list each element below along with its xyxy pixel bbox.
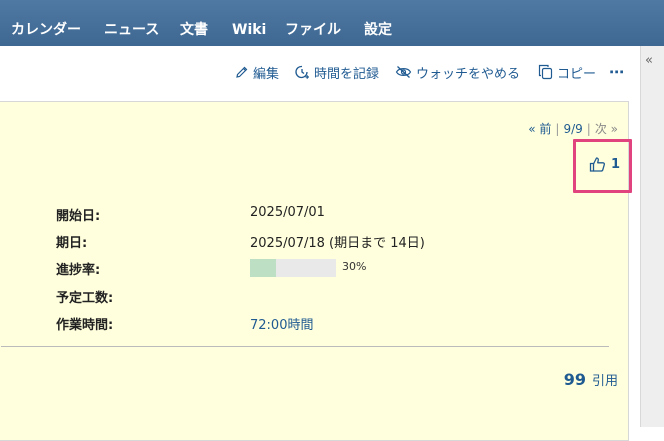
spent-time-label: 作業時間: <box>56 318 114 333</box>
issue-position-counter: 9/9 <box>563 122 583 136</box>
estimated-time-label: 予定工数: <box>56 291 114 306</box>
reaction-button[interactable]: 1 <box>589 156 620 173</box>
issue-details: « 前 | 9/9 | 次 » 1 開始日: 2025/07/01 期日: 2025/0… <box>0 101 632 441</box>
menu-item-wiki[interactable]: Wiki <box>232 20 266 40</box>
edit-button[interactable]: 編集 <box>235 62 279 82</box>
menu-item-news[interactable]: ニュース <box>104 20 159 40</box>
progress-bar-fill <box>250 259 276 277</box>
section-divider <box>1 346 609 347</box>
progress-percent-text: 30% <box>342 260 367 273</box>
menu-item-documents[interactable]: 文書 <box>180 20 208 40</box>
copy-label: コピー <box>557 66 597 82</box>
prev-issue-link[interactable]: « 前 <box>528 122 551 136</box>
sidebar-toggle-icon[interactable]: « <box>645 54 653 68</box>
progress-bar <box>250 259 336 277</box>
pencil-icon <box>236 66 248 78</box>
due-date-label: 期日: <box>56 236 88 251</box>
spent-time-link[interactable]: 72:00時間 <box>250 318 313 333</box>
progress-label: 進捗率: <box>56 263 101 278</box>
unwatch-button[interactable]: ウォッチをやめる <box>395 62 520 82</box>
quote-icon: 99 <box>563 369 586 389</box>
eye-off-icon <box>395 66 412 78</box>
top-menu: カレンダー ニュース 文書 Wiki ファイル 設定 <box>0 0 664 46</box>
more-actions-button[interactable]: ⋯ <box>609 62 624 82</box>
copy-button[interactable]: コピー <box>538 62 596 82</box>
reaction-count: 1 <box>611 157 621 172</box>
thumbs-up-icon <box>589 157 606 172</box>
issue-pagination: « 前 | 9/9 | 次 » <box>528 122 618 136</box>
menu-item-settings[interactable]: 設定 <box>364 20 392 40</box>
copy-icon <box>538 64 553 80</box>
sidebar-collapsed-strip: « <box>640 46 664 427</box>
start-date-label: 開始日: <box>56 209 101 224</box>
next-issue-link: 次 » <box>594 122 618 136</box>
edit-label: 編集 <box>253 66 280 82</box>
quote-label: 引用 <box>591 374 618 389</box>
clock-plus-icon <box>295 65 309 79</box>
menu-item-calendar[interactable]: カレンダー <box>11 20 81 40</box>
log-time-label: 時間を記録 <box>314 66 380 82</box>
log-time-button[interactable]: 時間を記録 <box>294 62 379 82</box>
unwatch-label: ウォッチをやめる <box>416 66 521 82</box>
start-date-value: 2025/07/01 <box>250 205 325 220</box>
quote-button[interactable]: 99 引用 <box>564 370 618 389</box>
due-date-value: 2025/07/18 (期日まで 14日) <box>250 236 425 251</box>
menu-item-files[interactable]: ファイル <box>285 20 341 40</box>
